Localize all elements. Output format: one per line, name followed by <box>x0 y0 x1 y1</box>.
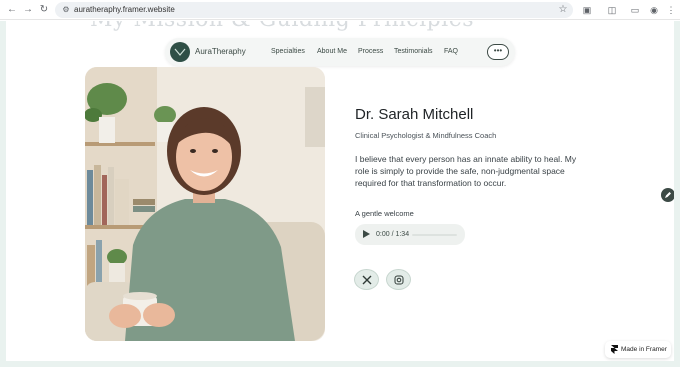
extensions-icon[interactable]: ▣ <box>580 3 594 17</box>
tab-search-icon[interactable]: ▭ <box>628 3 642 17</box>
pencil-icon <box>665 192 671 198</box>
url-text[interactable]: auratheraphy.framer.website <box>74 5 175 15</box>
audio-label: A gentle welcome <box>355 209 414 218</box>
page-content: My Mission & Guiding Principles AuraTher… <box>0 21 680 367</box>
logo-icon[interactable] <box>170 42 190 62</box>
nav-link-specialties[interactable]: Specialties <box>271 47 305 57</box>
nav-link-process[interactable]: Process <box>358 47 383 57</box>
browser-toolbar: ← → ↻ ⚙ auratheraphy.framer.website ☆ ▣ … <box>0 0 680 20</box>
audio-player[interactable]: 0:00 / 1:34 <box>355 224 465 245</box>
x-icon <box>362 275 372 285</box>
instagram-icon <box>394 275 404 285</box>
back-icon[interactable]: ← <box>5 3 19 17</box>
profile-name: Dr. Sarah Mitchell <box>355 106 474 123</box>
forward-icon[interactable]: → <box>21 3 35 17</box>
profile-bio: I believe that every person has an innat… <box>355 154 577 188</box>
framer-logo-icon <box>611 345 618 354</box>
nav-link-about[interactable]: About Me <box>317 47 347 57</box>
nav-link-testimonials[interactable]: Testimonials <box>394 47 433 57</box>
made-in-framer-badge[interactable]: Made in Framer <box>605 341 671 358</box>
sidepanel-icon[interactable]: ◫ <box>605 3 619 17</box>
badge-label: Made in Framer <box>621 346 667 353</box>
brand-name[interactable]: AuraTheraphy <box>195 47 246 57</box>
profile-icon[interactable]: ◉ <box>647 3 661 17</box>
more-menu-button[interactable]: ••• <box>487 44 509 60</box>
bookmark-star-icon[interactable]: ☆ <box>557 3 569 17</box>
profile-title: Clinical Psychologist & Mindfulness Coac… <box>355 131 497 140</box>
play-icon[interactable] <box>362 229 372 240</box>
site-nav: AuraTheraphy Specialties About Me Proces… <box>165 38 515 66</box>
audio-time: 0:00 / 1:34 <box>376 231 410 238</box>
address-bar[interactable]: ⚙ auratheraphy.framer.website ☆ <box>55 2 573 18</box>
nav-link-faq[interactable]: FAQ <box>444 47 458 57</box>
profile-photo <box>85 67 325 341</box>
instagram-social-button[interactable] <box>386 269 411 290</box>
reload-icon[interactable]: ↻ <box>37 3 51 17</box>
edit-button[interactable] <box>661 188 675 202</box>
x-social-button[interactable] <box>354 269 379 290</box>
more-vert-icon[interactable]: ⋮ <box>664 3 678 17</box>
section-heading-behind-nav: My Mission & Guiding Principles <box>90 21 474 32</box>
audio-progress-bar[interactable] <box>412 234 457 236</box>
site-settings-icon[interactable]: ⚙ <box>61 5 71 15</box>
